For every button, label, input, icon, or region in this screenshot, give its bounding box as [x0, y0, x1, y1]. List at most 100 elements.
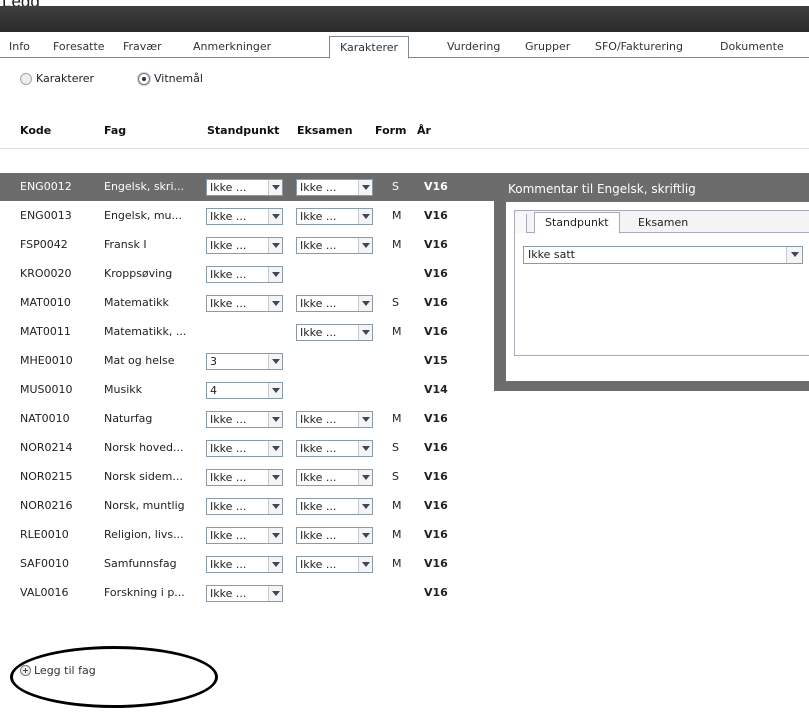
eksamen-select[interactable]: Ikke ...	[296, 498, 373, 515]
comment-panel: Kommentar til Engelsk, skriftlig Standpu…	[494, 176, 809, 391]
standpunkt-select[interactable]: Ikke ...	[206, 527, 283, 544]
eksamen-select[interactable]: Ikke ...	[296, 324, 373, 341]
tab-anmerkninger[interactable]: Anmerkninger	[193, 38, 271, 58]
tab-info[interactable]: Info	[9, 38, 30, 58]
comment-grade-select[interactable]: Ikke satt	[523, 246, 803, 264]
standpunkt-select[interactable]: Ikke ...	[206, 556, 283, 573]
eksamen-select[interactable]: Ikke ...	[296, 411, 373, 428]
comment-tab-container: Standpunkt Eksamen Ikke satt	[514, 210, 809, 356]
eksamen-select[interactable]: Ikke ...	[296, 469, 373, 486]
exam-form: M	[392, 238, 402, 251]
tab-grupper[interactable]: Grupper	[525, 38, 570, 58]
chevron-down-icon[interactable]	[268, 354, 282, 369]
chevron-down-icon[interactable]	[268, 209, 282, 224]
table-row[interactable]: NOR0215 Norsk sidem... S V16 Ikke ... Ikke ..…	[0, 463, 809, 491]
tab-fravaer[interactable]: Fravær	[123, 38, 162, 58]
chevron-down-icon[interactable]	[268, 470, 282, 485]
table-row[interactable]: VAL0016 Forskning i p... V16 Ikke ...	[0, 579, 809, 607]
chevron-down-icon[interactable]	[358, 296, 372, 311]
table-row[interactable]: NOR0216 Norsk, muntlig M V16 Ikke ... Ikke ..…	[0, 492, 809, 520]
chevron-down-icon[interactable]	[358, 238, 372, 253]
school-year: V16	[424, 470, 448, 483]
subject-code: MAT0011	[20, 325, 71, 338]
eksamen-select-value: Ikke ...	[300, 326, 337, 339]
chevron-down-icon[interactable]	[268, 441, 282, 456]
chevron-down-icon[interactable]	[358, 209, 372, 224]
chevron-down-icon[interactable]	[358, 499, 372, 514]
table-row[interactable]: SAF0010 Samfunnsfag M V16 Ikke ... Ikke ...	[0, 550, 809, 578]
chevron-down-icon[interactable]	[358, 441, 372, 456]
standpunkt-select[interactable]: Ikke ...	[206, 208, 283, 225]
chevron-down-icon[interactable]	[358, 470, 372, 485]
chevron-down-icon[interactable]	[268, 383, 282, 398]
standpunkt-select[interactable]: Ikke ...	[206, 498, 283, 515]
standpunkt-select[interactable]: Ikke ...	[206, 469, 283, 486]
standpunkt-select[interactable]: Ikke ...	[206, 179, 283, 196]
standpunkt-select[interactable]: Ikke ...	[206, 411, 283, 428]
exam-form: M	[392, 209, 402, 222]
table-row[interactable]: NOR0214 Norsk hoved... S V16 Ikke ... Ikke ..…	[0, 434, 809, 462]
chevron-down-icon[interactable]	[268, 586, 282, 601]
chevron-down-icon[interactable]	[268, 180, 282, 195]
chevron-down-icon[interactable]	[358, 412, 372, 427]
school-year: V16	[424, 238, 448, 251]
eksamen-select[interactable]: Ikke ...	[296, 556, 373, 573]
chevron-down-icon[interactable]	[358, 528, 372, 543]
school-year: V16	[424, 557, 448, 570]
tab-sfo-fakturering[interactable]: SFO/Fakturering	[595, 38, 683, 58]
column-header-form: Form	[375, 124, 407, 137]
eksamen-select[interactable]: Ikke ...	[296, 527, 373, 544]
chevron-down-icon[interactable]	[268, 557, 282, 572]
standpunkt-select[interactable]: Ikke ...	[206, 266, 283, 283]
eksamen-select[interactable]: Ikke ...	[296, 179, 373, 196]
chevron-down-icon[interactable]	[268, 499, 282, 514]
comment-panel-body: Standpunkt Eksamen Ikke satt	[506, 202, 809, 381]
student-tabs: Info Foresatte Fravær Anmerkninger Karak…	[0, 36, 809, 59]
table-row[interactable]: NAT0010 Naturfag M V16 Ikke ... Ikke ...	[0, 405, 809, 433]
add-subject-label: Legg til fag	[34, 664, 96, 677]
column-header-eksamen: Eksamen	[297, 124, 353, 137]
eksamen-select[interactable]: Ikke ...	[296, 237, 373, 254]
radio-vitnemal[interactable]: Vitnemål	[138, 72, 203, 85]
comment-tab-eksamen[interactable]: Eksamen	[628, 213, 698, 233]
exam-form: M	[392, 528, 402, 541]
chevron-down-icon[interactable]	[268, 528, 282, 543]
subject-code: MAT0010	[20, 296, 71, 309]
standpunkt-select[interactable]: Ikke ...	[206, 295, 283, 312]
radio-button-karakterer[interactable]	[20, 72, 32, 85]
chevron-down-icon[interactable]	[268, 296, 282, 311]
eksamen-select[interactable]: Ikke ...	[296, 440, 373, 457]
standpunkt-select[interactable]: Ikke ...	[206, 585, 283, 602]
tab-foresatte[interactable]: Foresatte	[53, 38, 105, 58]
table-row[interactable]: RLE0010 Religion, livs... M V16 Ikke ... Ikke…	[0, 521, 809, 549]
standpunkt-select[interactable]: 3	[206, 353, 283, 370]
school-year: V16	[424, 441, 448, 454]
chevron-down-icon[interactable]	[268, 267, 282, 282]
tab-karakterer[interactable]: Karakterer	[329, 36, 410, 59]
chevron-down-icon[interactable]	[268, 412, 282, 427]
chevron-down-icon[interactable]	[358, 325, 372, 340]
eksamen-select[interactable]: Ikke ...	[296, 295, 373, 312]
column-header-fag: Fag	[104, 124, 127, 137]
radio-karakterer[interactable]: Karakterer	[20, 72, 94, 85]
add-subject-link[interactable]: Legg til fag	[20, 664, 96, 677]
school-year: V16	[424, 209, 448, 222]
chevron-down-icon[interactable]	[358, 180, 372, 195]
tab-dokumenter[interactable]: Dokumente	[720, 38, 784, 58]
tab-vurdering[interactable]: Vurdering	[447, 38, 500, 58]
standpunkt-select[interactable]: Ikke ...	[206, 237, 283, 254]
column-header-standpunkt: Standpunkt	[207, 124, 280, 137]
subject-name: Fransk I	[104, 238, 147, 251]
highlight-ellipse-annotation	[10, 646, 218, 708]
standpunkt-select[interactable]: 4	[206, 382, 283, 399]
eksamen-select[interactable]: Ikke ...	[296, 208, 373, 225]
chevron-down-icon[interactable]	[268, 238, 282, 253]
chevron-down-icon[interactable]	[358, 557, 372, 572]
standpunkt-select[interactable]: Ikke ...	[206, 440, 283, 457]
comment-tab-standpunkt[interactable]: Standpunkt	[534, 212, 620, 234]
chevron-down-icon[interactable]	[786, 247, 802, 263]
comment-tab-spacer	[515, 214, 527, 233]
radio-button-vitnemal[interactable]	[138, 72, 150, 85]
subject-name: Religion, livs...	[104, 528, 184, 541]
school-year: V16	[424, 267, 448, 280]
